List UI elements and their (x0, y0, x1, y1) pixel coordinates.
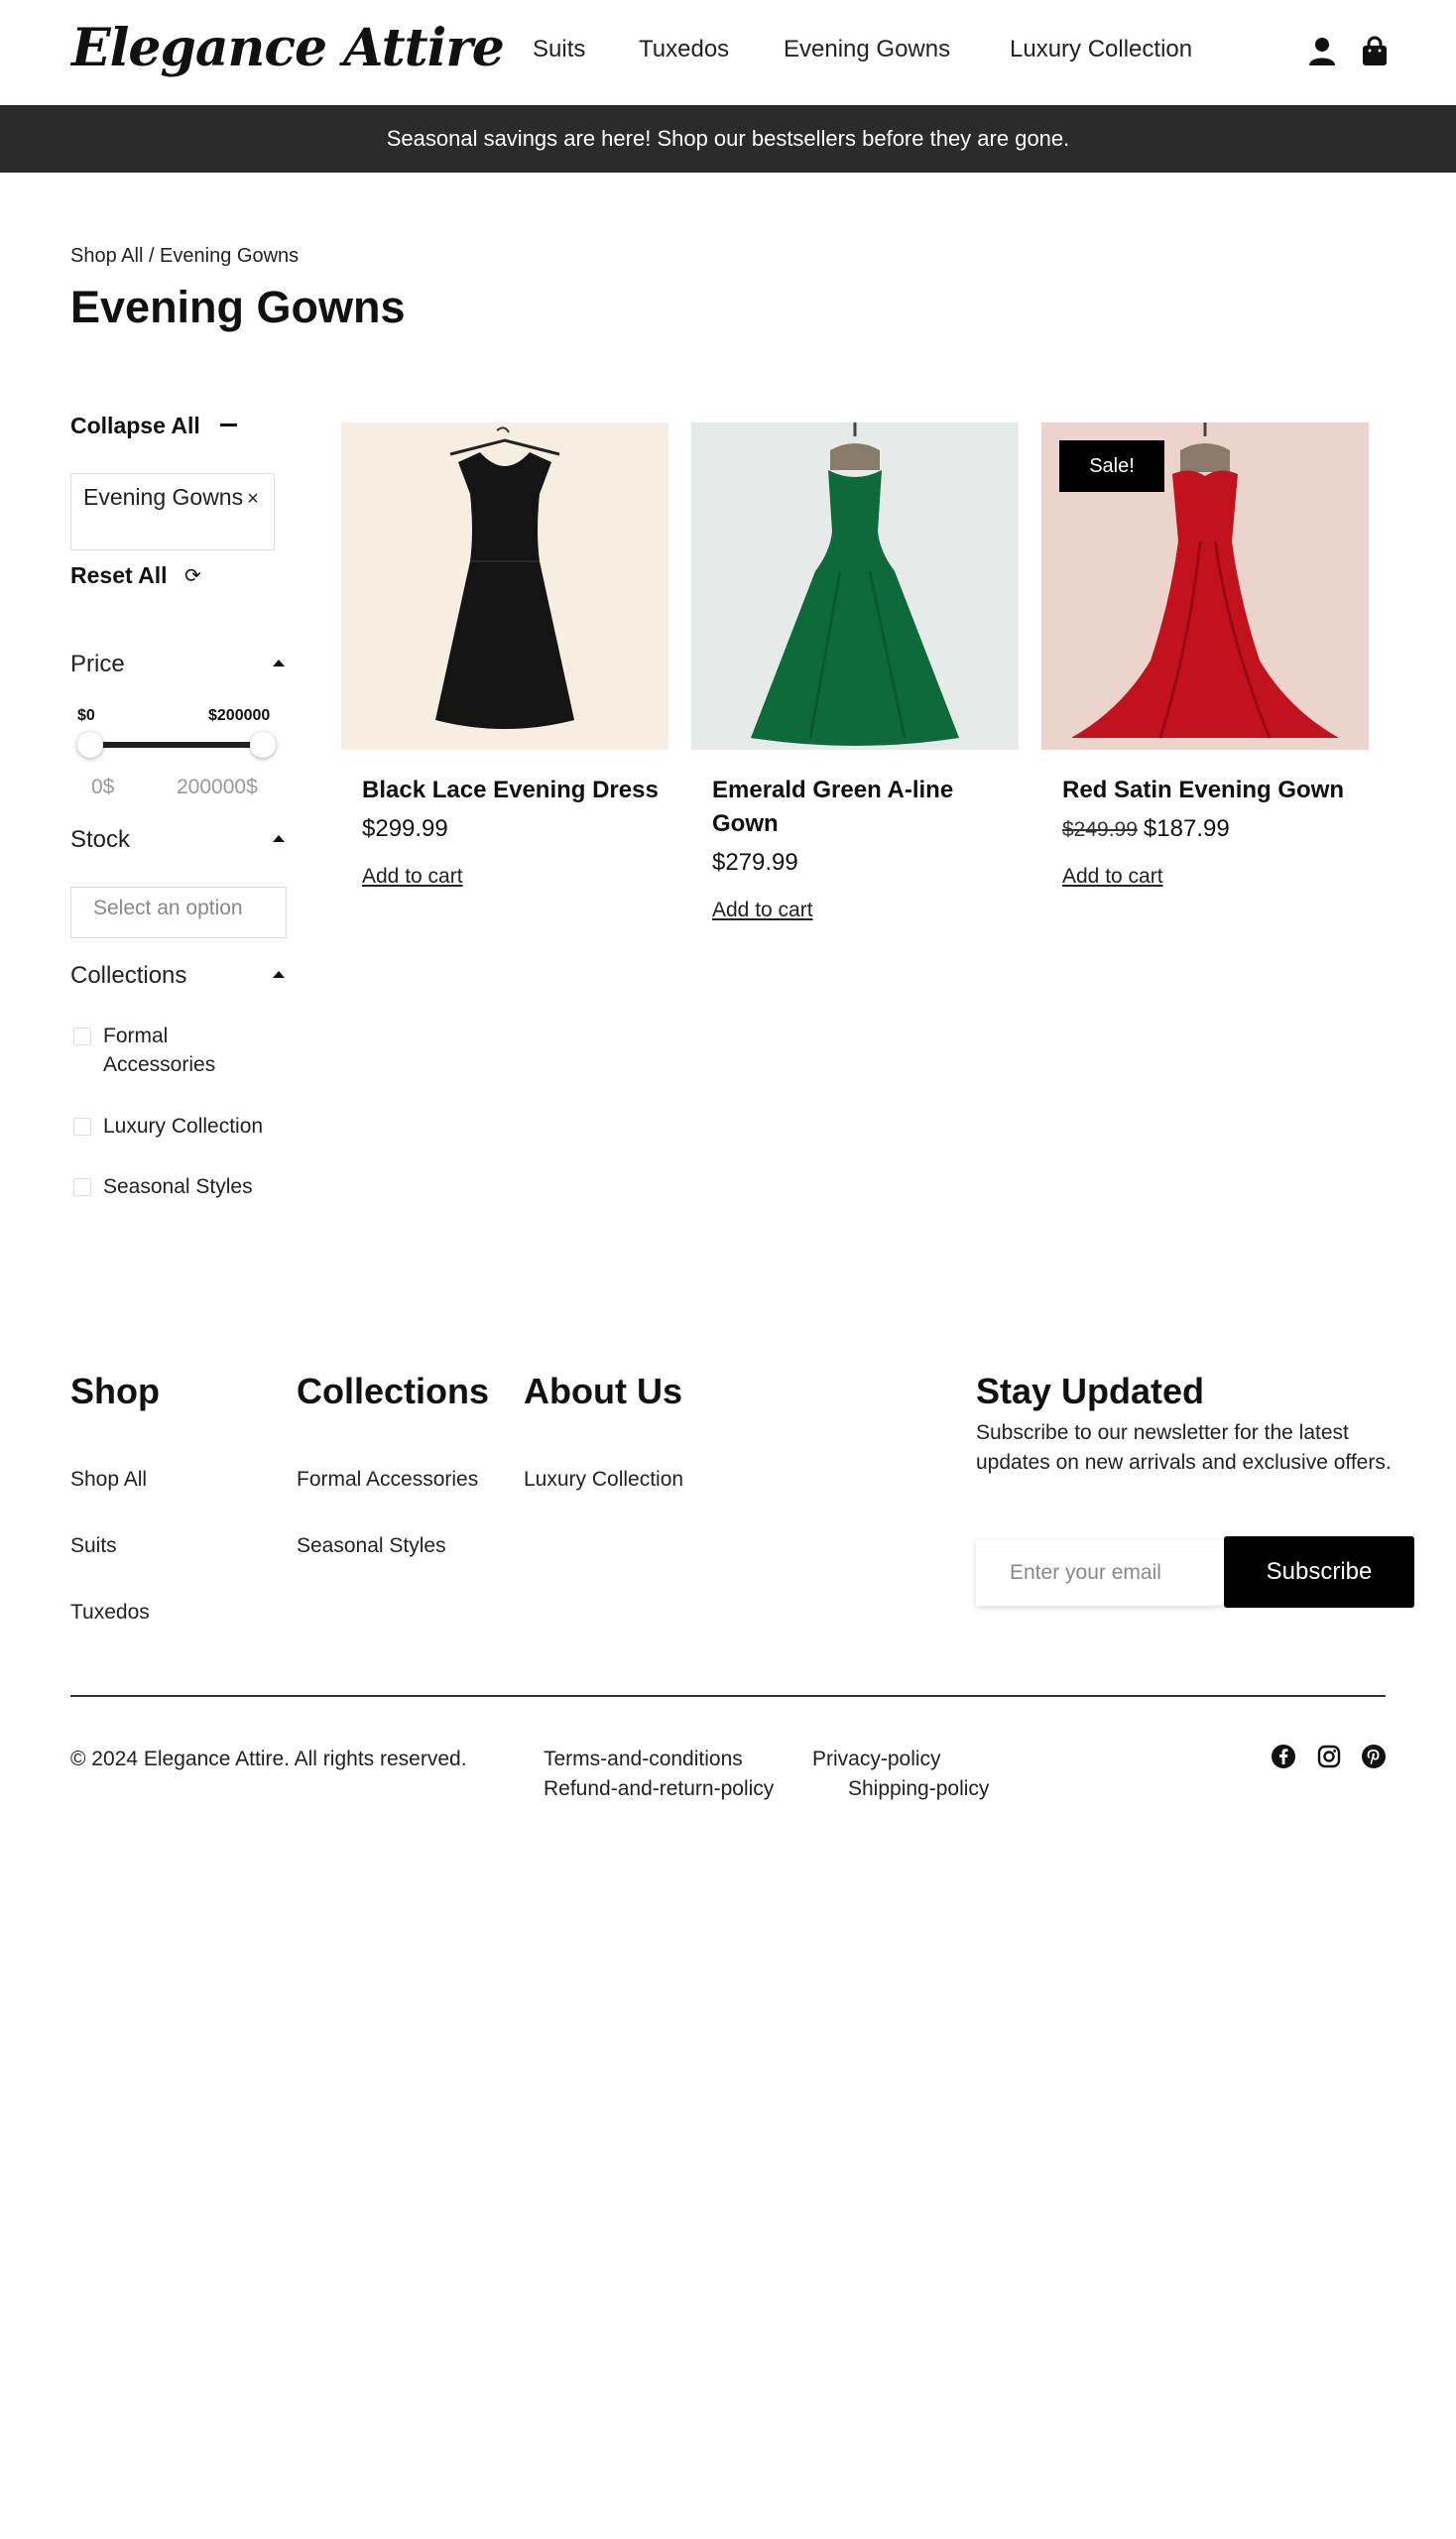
price-max-label: $200000 (208, 707, 271, 724)
checkbox[interactable] (73, 1028, 91, 1045)
product-name[interactable]: Red Satin Evening Gown (1062, 774, 1360, 807)
add-to-cart-button[interactable]: Add to cart (362, 865, 463, 889)
product-name[interactable]: Emerald Green A-line Gown (712, 774, 1010, 841)
product-image[interactable] (341, 423, 668, 750)
collections-filter-header[interactable]: Collections (70, 962, 285, 990)
footer-link-formal-accessories[interactable]: Formal Accessories (297, 1468, 478, 1492)
facebook-icon[interactable] (1271, 1744, 1296, 1769)
nav-luxury-collection[interactable]: Luxury Collection (1010, 36, 1192, 63)
footer-link-seasonal-styles[interactable]: Seasonal Styles (297, 1534, 446, 1558)
active-filter-chip[interactable]: Evening Gowns × (70, 473, 275, 550)
price-min-value: 0$ (91, 776, 115, 798)
product-price: $279.99 (712, 849, 798, 877)
price-max-value: 200000$ (177, 776, 258, 798)
original-price: $249.99 (1062, 818, 1138, 841)
footer-link-luxury-collection[interactable]: Luxury Collection (524, 1468, 683, 1492)
checkbox-label: Formal Accessories (103, 1025, 216, 1076)
site-logo[interactable]: Elegance Attire (71, 18, 505, 78)
current-price: $279.99 (712, 849, 798, 876)
footer-link-suits[interactable]: Suits (70, 1534, 117, 1558)
price-min-label: $0 (77, 707, 95, 724)
stock-filter-label: Stock (70, 826, 131, 853)
price-filter-header[interactable]: Price (70, 651, 285, 678)
sale-badge: Sale! (1059, 440, 1164, 492)
checkbox-label: Seasonal Styles (103, 1175, 253, 1198)
add-to-cart-button[interactable]: Add to cart (1062, 865, 1163, 889)
current-price: $299.99 (362, 815, 448, 842)
nav-suits[interactable]: Suits (533, 36, 585, 63)
checkbox-label: Luxury Collection (103, 1115, 264, 1138)
stock-filter-header[interactable]: Stock (70, 826, 285, 854)
footer-collections-heading: Collections (297, 1371, 490, 1411)
product-price: $299.99 (362, 815, 448, 843)
newsletter-description: Subscribe to our newsletter for the late… (976, 1421, 1392, 1474)
price-max-handle[interactable] (250, 732, 276, 758)
caret-up-icon (273, 835, 285, 842)
refresh-icon[interactable]: ⟳ (184, 563, 201, 588)
minus-icon[interactable] (220, 423, 237, 426)
product-card[interactable]: Emerald Green A-line Gown $279.99 Add to… (691, 423, 1019, 921)
reset-all-button[interactable]: Reset All (70, 562, 168, 589)
close-icon[interactable]: × (247, 488, 259, 510)
product-price: $249.99 $187.99 (1062, 815, 1230, 843)
price-filter-label: Price (70, 651, 125, 677)
footer-about-heading: About Us (524, 1371, 682, 1411)
product-name[interactable]: Black Lace Evening Dress (362, 774, 660, 807)
product-card[interactable]: Sale! Red Satin Evening Gown $249.99 $187… (1041, 423, 1369, 888)
pinterest-icon[interactable] (1361, 1744, 1387, 1769)
checkbox[interactable] (73, 1178, 91, 1196)
checkbox[interactable] (73, 1118, 91, 1136)
footer-divider (70, 1695, 1386, 1697)
instagram-icon[interactable] (1316, 1744, 1342, 1769)
add-to-cart-button[interactable]: Add to cart (712, 899, 813, 922)
stock-select[interactable]: Select an option (70, 887, 287, 938)
product-image[interactable] (691, 423, 1019, 750)
footer-link-tuxedos[interactable]: Tuxedos (70, 1601, 150, 1625)
subscribe-button[interactable]: Subscribe (1224, 1536, 1414, 1608)
shipping-link[interactable]: Shipping-policy (848, 1777, 989, 1801)
newsletter-heading: Stay Updated (976, 1371, 1205, 1411)
collections-filter-label: Collections (70, 962, 187, 989)
newsletter-email-input[interactable]: Enter your email (976, 1540, 1226, 1606)
caret-up-icon (273, 971, 285, 978)
copyright-text: © 2024 Elegance Attire. All rights reser… (70, 1748, 467, 1770)
user-icon[interactable] (1307, 36, 1337, 67)
footer-link-shop-all[interactable]: Shop All (70, 1468, 147, 1492)
terms-link[interactable]: Terms-and-conditions (544, 1748, 743, 1771)
shopping-bag-icon[interactable] (1360, 36, 1390, 67)
page-title: Evening Gowns (70, 282, 406, 332)
promo-banner: Seasonal savings are here! Shop our best… (0, 105, 1456, 173)
active-filter-label: Evening Gowns (83, 484, 244, 510)
footer-shop-heading: Shop (70, 1371, 160, 1411)
black-dress-image (435, 426, 574, 729)
green-gown-image (751, 423, 959, 746)
price-min-handle[interactable] (77, 732, 103, 758)
breadcrumb[interactable]: Shop All / Evening Gowns (70, 245, 299, 268)
product-image[interactable]: Sale! (1041, 423, 1369, 750)
product-card[interactable]: Black Lace Evening Dress $299.99 Add to … (341, 423, 668, 888)
nav-tuxedos[interactable]: Tuxedos (639, 36, 729, 63)
nav-evening-gowns[interactable]: Evening Gowns (784, 36, 950, 63)
current-price: $187.99 (1143, 815, 1230, 842)
collapse-all-button[interactable]: Collapse All (70, 413, 200, 439)
privacy-link[interactable]: Privacy-policy (812, 1748, 941, 1771)
refund-link[interactable]: Refund-and-return-policy (544, 1777, 774, 1801)
site-header: Elegance Attire Suits Tuxedos Evening Go… (0, 0, 1456, 105)
caret-up-icon (273, 660, 285, 666)
price-range-track[interactable] (90, 742, 263, 748)
